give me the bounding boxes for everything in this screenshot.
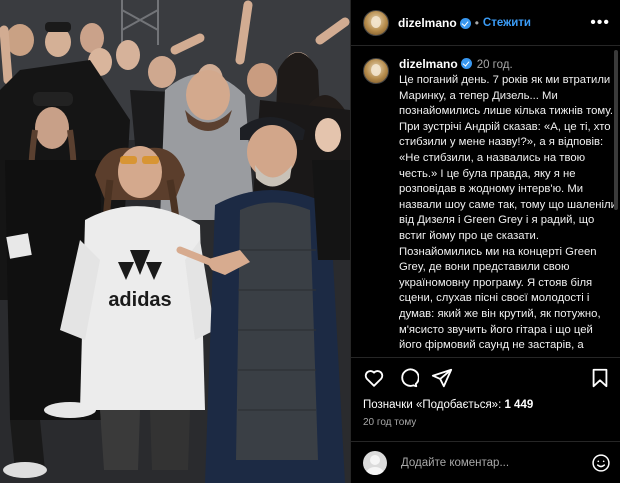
- hoodie-logo-text: adidas: [108, 289, 171, 311]
- caption-text: Це поганий день. 7 років як ми втратили …: [399, 74, 617, 357]
- action-row: [351, 358, 620, 398]
- comment-box: [351, 441, 620, 483]
- post-timestamp[interactable]: 20 год тому: [351, 412, 620, 428]
- caption-scrollbar[interactable]: [614, 50, 618, 350]
- verified-badge-icon: [459, 18, 471, 29]
- post-side-panel: dizelmano • Стежити ••• dizelmano 20 год.…: [350, 0, 620, 483]
- post-header: dizelmano • Стежити •••: [351, 0, 620, 46]
- bookmark-icon[interactable]: [589, 367, 611, 389]
- likes-number: 1 449: [504, 399, 534, 411]
- caption-timestamp[interactable]: 20 год.: [477, 59, 513, 71]
- emoji-icon[interactable]: [591, 453, 611, 473]
- caption-verified-badge-icon: [460, 58, 472, 69]
- share-icon[interactable]: [431, 367, 453, 389]
- post-photo[interactable]: adidas: [0, 0, 350, 483]
- caption-scrollbar-thumb[interactable]: [614, 50, 618, 210]
- current-user-avatar: [363, 450, 387, 475]
- group-photo-illustration: adidas: [0, 0, 350, 483]
- more-options-icon[interactable]: •••: [590, 14, 610, 32]
- caption-author-avatar[interactable]: [363, 58, 389, 84]
- caption-head: dizelmano 20 год.: [399, 57, 617, 73]
- caption-body: dizelmano 20 год. Це поганий день. 7 рокі…: [399, 57, 617, 357]
- comment-input[interactable]: [399, 455, 591, 470]
- caption-area[interactable]: dizelmano 20 год. Це поганий день. 7 рокі…: [351, 47, 620, 357]
- heart-icon[interactable]: [363, 367, 385, 389]
- author-username[interactable]: dizelmano: [398, 16, 457, 30]
- likes-label: Позначки «Подобається»:: [363, 399, 505, 411]
- comment-icon[interactable]: [397, 367, 419, 389]
- caption-username[interactable]: dizelmano: [399, 57, 458, 71]
- follow-button[interactable]: Стежити: [483, 17, 531, 29]
- caption-row: dizelmano 20 год. Це поганий день. 7 рокі…: [363, 57, 620, 357]
- likes-count[interactable]: Позначки «Подобається»: 1 449: [351, 398, 620, 412]
- separator-dot: •: [474, 15, 479, 30]
- author-avatar[interactable]: [363, 9, 389, 36]
